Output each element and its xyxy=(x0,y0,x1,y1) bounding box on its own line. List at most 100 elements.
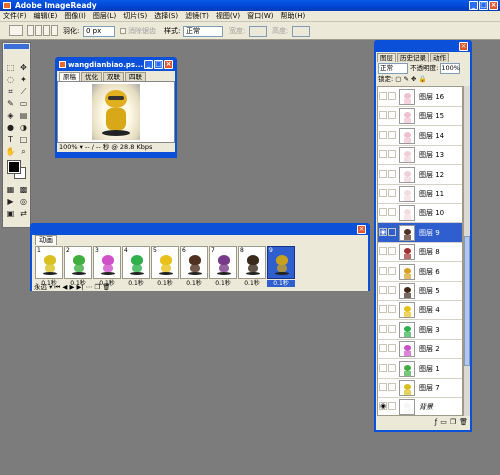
layer-link-icon[interactable] xyxy=(388,247,396,256)
foreground-color-swatch[interactable] xyxy=(7,160,21,174)
move-icon[interactable]: ✥ xyxy=(18,63,29,73)
new-group-icon[interactable]: ▭ xyxy=(440,418,447,428)
layer-link-icon[interactable] xyxy=(388,363,396,372)
animation-frame[interactable]: 6 xyxy=(180,246,208,279)
screen-mode-icon[interactable]: ▣ xyxy=(5,209,16,219)
layer-row[interactable]: 图层 13 xyxy=(378,145,462,166)
layer-row[interactable]: 图层 15 xyxy=(378,106,462,127)
visibility-eye-icon[interactable] xyxy=(379,286,387,294)
visibility-eye-icon[interactable]: ◉ xyxy=(379,227,387,236)
subtract-selection-icon[interactable] xyxy=(43,25,50,36)
tab-history[interactable]: 历史记录 xyxy=(397,53,429,62)
first-frame-icon[interactable]: ⏮ xyxy=(54,283,60,291)
animation-close-icon[interactable]: × xyxy=(357,225,366,234)
visibility-eye-icon[interactable] xyxy=(379,111,387,120)
toolbox-grip[interactable] xyxy=(4,44,29,49)
blend-mode-select[interactable]: 正常 xyxy=(378,63,408,74)
width-input[interactable] xyxy=(249,26,267,37)
layer-row[interactable]: 图层 12 xyxy=(378,165,462,185)
eraser-icon[interactable]: ▭ xyxy=(18,99,29,109)
menu-window[interactable]: 窗口(W) xyxy=(247,11,273,21)
zoom-level[interactable]: 100% xyxy=(59,143,78,151)
layer-link-icon[interactable] xyxy=(388,227,396,236)
paint-bucket-icon[interactable]: ◈ xyxy=(5,111,16,121)
visibility-eye-icon[interactable] xyxy=(379,92,387,100)
layer-link-icon[interactable] xyxy=(388,111,396,120)
preview-document-icon[interactable]: ▶ xyxy=(5,197,16,207)
marquee-icon[interactable]: ⬚ xyxy=(5,63,16,73)
slice-icon[interactable]: ⟋ xyxy=(18,87,29,97)
layer-link-icon[interactable] xyxy=(388,169,396,178)
menu-edit[interactable]: 编辑(E) xyxy=(34,11,58,21)
visibility-eye-icon[interactable] xyxy=(379,266,387,275)
preview-browser-icon[interactable]: ◎ xyxy=(18,197,29,207)
tab-actions[interactable]: 动作 xyxy=(430,53,449,62)
layer-link-icon[interactable] xyxy=(388,344,396,353)
dodge-icon[interactable]: ◑ xyxy=(18,123,29,133)
next-frame-icon[interactable]: ▶| xyxy=(77,283,84,291)
tab-optimized[interactable]: 优化 xyxy=(81,72,102,81)
frame-delay[interactable]: 0.1秒 xyxy=(122,280,150,287)
minimize-icon[interactable]: _ xyxy=(469,1,478,10)
play-icon[interactable]: ▶ xyxy=(69,283,74,291)
layer-link-icon[interactable] xyxy=(388,189,396,197)
visibility-eye-icon[interactable] xyxy=(379,208,387,217)
layer-link-icon[interactable] xyxy=(388,266,396,275)
visibility-eye-icon[interactable] xyxy=(379,130,387,139)
doc-minimize-icon[interactable]: _ xyxy=(144,60,153,69)
animation-frame[interactable]: 8 xyxy=(238,246,266,279)
menu-view[interactable]: 视图(V) xyxy=(216,11,240,21)
layer-row[interactable]: 图层 1 xyxy=(378,359,462,379)
menu-file[interactable]: 文件(F) xyxy=(3,11,27,21)
feather-input[interactable]: 0 px xyxy=(83,26,115,37)
layer-row[interactable]: 图层 14 xyxy=(378,126,462,146)
layer-style-icon[interactable]: ƒ xyxy=(435,418,437,428)
animation-frame[interactable]: 1 xyxy=(35,246,63,279)
frame-delay[interactable]: 0.1秒 xyxy=(151,280,179,287)
menu-help[interactable]: 帮助(H) xyxy=(281,11,306,21)
layer-row[interactable]: 图层 4 xyxy=(378,300,462,321)
layers-title-bar[interactable]: × xyxy=(376,42,470,52)
rectangle-icon[interactable]: □ xyxy=(18,135,29,145)
document-title-bar[interactable]: wangdianbiao.ps... _ □ × xyxy=(57,59,175,71)
animation-frame[interactable]: 2 xyxy=(64,246,92,279)
opacity-input[interactable]: 100% xyxy=(440,63,461,74)
tab-animation[interactable]: 动画 xyxy=(35,235,57,245)
menu-select[interactable]: 选择(S) xyxy=(154,11,178,21)
menu-layer[interactable]: 图层(L) xyxy=(93,11,116,21)
layer-row[interactable]: 图层 6 xyxy=(378,262,462,282)
magic-wand-icon[interactable]: ✦ xyxy=(18,75,29,85)
animation-frame[interactable]: 7 xyxy=(209,246,237,279)
layer-row[interactable]: ◉ 图层 9 xyxy=(378,222,462,243)
layer-link-icon[interactable] xyxy=(388,150,396,159)
delete-frame-icon[interactable]: 🗑 xyxy=(102,283,110,291)
visibility-eye-icon[interactable] xyxy=(379,363,387,372)
layers-scrollbar[interactable] xyxy=(463,86,470,416)
antialias-checkbox[interactable] xyxy=(120,28,126,34)
visibility-eye-icon[interactable] xyxy=(379,344,387,353)
crop-icon[interactable]: ⌗ xyxy=(5,87,16,97)
visibility-eye-icon[interactable] xyxy=(379,150,387,159)
visibility-eye-icon[interactable] xyxy=(379,324,387,333)
frame-delay[interactable]: 0.1秒 xyxy=(209,280,237,287)
document-canvas[interactable] xyxy=(57,81,175,143)
frame-delay[interactable]: 0.1秒 xyxy=(238,280,266,287)
tab-original[interactable]: 原稿 xyxy=(59,72,80,81)
lock-image-icon[interactable]: ✎ xyxy=(404,75,409,83)
animation-frame[interactable]: 5 xyxy=(151,246,179,279)
gradient-icon[interactable]: ▤ xyxy=(18,111,29,121)
visibility-eye-icon[interactable] xyxy=(379,169,387,178)
doc-maximize-icon[interactable]: □ xyxy=(154,60,163,69)
layer-row[interactable]: 图层 5 xyxy=(378,281,462,301)
layer-link-icon[interactable] xyxy=(388,92,396,100)
tab-layers[interactable]: 图层 xyxy=(377,53,396,62)
frame-delay[interactable]: 0.1秒 xyxy=(267,280,295,287)
tab-4up[interactable]: 四联 xyxy=(125,72,146,81)
layer-row[interactable]: 图层 10 xyxy=(378,203,462,224)
slice-visibility-icon[interactable]: ▩ xyxy=(18,185,29,195)
duplicate-frame-icon[interactable]: ❐ xyxy=(94,283,100,291)
visibility-eye-icon[interactable]: ◉ xyxy=(379,402,387,411)
delete-layer-icon[interactable]: 🗑 xyxy=(459,418,468,428)
menu-slice[interactable]: 切片(S) xyxy=(123,11,147,21)
layer-row[interactable]: 图层 16 xyxy=(378,87,462,107)
